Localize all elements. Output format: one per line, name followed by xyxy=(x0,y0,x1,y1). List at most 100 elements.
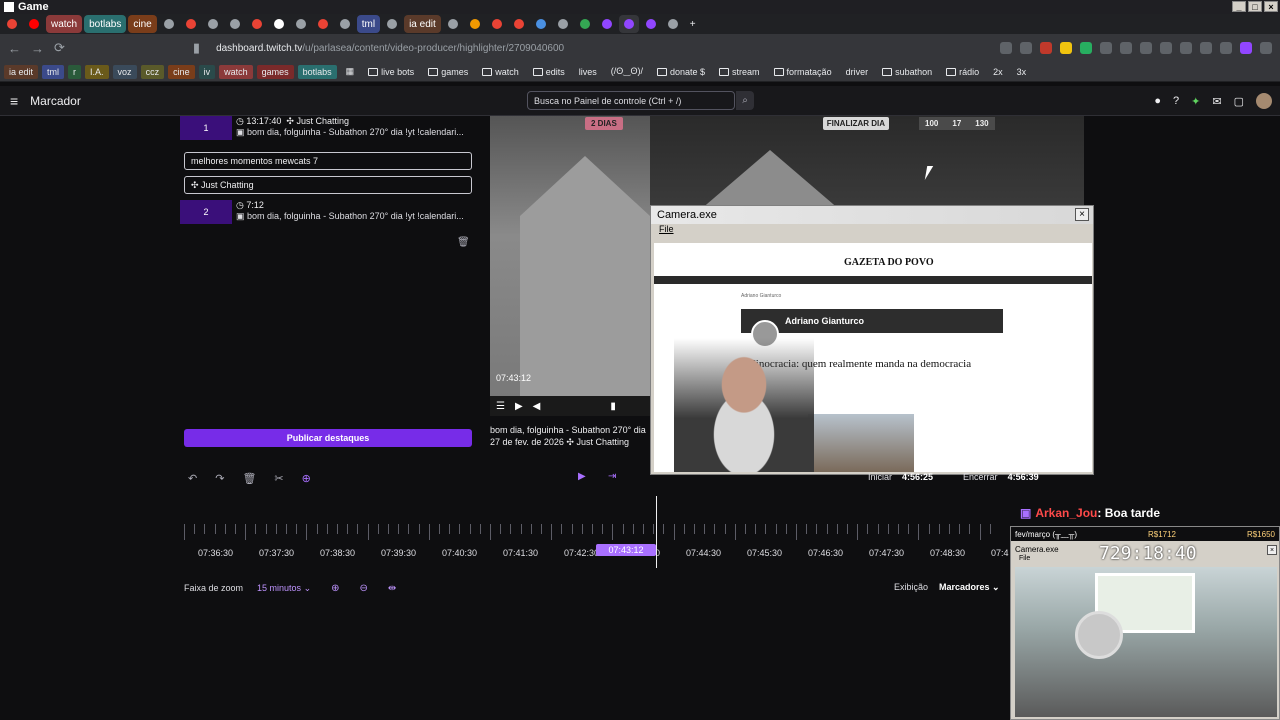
playlist-icon[interactable]: ☰ xyxy=(496,401,505,412)
tab[interactable] xyxy=(597,15,617,33)
menu-icon[interactable] xyxy=(1260,42,1272,54)
reload-icon[interactable]: ⟳ xyxy=(54,40,65,56)
bookmark-folder[interactable]: subathon xyxy=(877,65,937,79)
volume-icon[interactable]: ◀ xyxy=(533,401,541,412)
extension-icon[interactable] xyxy=(1120,42,1132,54)
list-item[interactable]: 1 ◷ 13:17:40 ✣ Just Chatting ▣ bom dia, … xyxy=(180,116,476,140)
display-select[interactable]: Marcadores ⌄ xyxy=(939,582,1000,593)
tab[interactable] xyxy=(203,15,223,33)
bookmark[interactable]: tml xyxy=(42,64,65,79)
redo-icon[interactable]: ↷ xyxy=(215,472,224,485)
bookmark-folder[interactable]: stream xyxy=(714,65,765,79)
tab[interactable] xyxy=(247,15,267,33)
bookmark[interactable]: ccz xyxy=(140,64,165,79)
tab[interactable] xyxy=(291,15,311,33)
video-player[interactable] xyxy=(490,116,650,416)
tab-watch[interactable]: watch xyxy=(46,15,83,33)
tab[interactable] xyxy=(575,15,595,33)
maximize-icon[interactable]: □ xyxy=(1248,1,1262,12)
extension-icon[interactable] xyxy=(1060,42,1072,54)
file-menu[interactable]: File xyxy=(651,224,1093,238)
profile-icon[interactable] xyxy=(1240,42,1252,54)
camera-title-bar[interactable]: Camera.exe xyxy=(651,206,1093,224)
extension-icon[interactable] xyxy=(1220,42,1232,54)
bookmark-folder[interactable]: rádio xyxy=(941,65,984,79)
tab[interactable] xyxy=(313,15,333,33)
tab[interactable] xyxy=(225,15,245,33)
shield-icon[interactable] xyxy=(1040,42,1052,54)
zoom-select[interactable]: 15 minutos ⌄ xyxy=(257,583,311,594)
apps-icon[interactable]: ▦ xyxy=(341,65,360,79)
extension-icon[interactable] xyxy=(1200,42,1212,54)
inbox-icon[interactable]: ✉ xyxy=(1212,95,1221,108)
avatar[interactable] xyxy=(1256,93,1272,109)
hamburger-icon[interactable]: ≡ xyxy=(10,93,18,109)
bookmark-icon[interactable]: ▮ xyxy=(193,40,200,56)
tab[interactable] xyxy=(531,15,551,33)
tab-ia-edit[interactable]: ia edit xyxy=(404,15,441,33)
bookmark[interactable]: watch xyxy=(219,64,253,79)
tab-botlabs[interactable]: botlabs xyxy=(84,15,127,33)
bookmark-folder[interactable]: live bots xyxy=(363,65,419,79)
search-input[interactable]: Busca no Painel de controle (Ctrl + /) xyxy=(527,91,735,110)
bookmark[interactable]: iv xyxy=(198,64,216,79)
undo-icon[interactable]: ↶ xyxy=(188,472,197,485)
minimize-icon[interactable]: _ xyxy=(1232,1,1246,12)
search-icon[interactable]: ⌕ xyxy=(736,91,754,110)
forward-icon[interactable]: → xyxy=(31,41,44,56)
playhead[interactable] xyxy=(656,496,657,568)
url-field[interactable]: dashboard.twitch.tv/u/parlasea/content/v… xyxy=(210,38,810,58)
tab[interactable] xyxy=(181,15,201,33)
bookmark[interactable]: r xyxy=(68,64,82,79)
tab[interactable] xyxy=(335,15,355,33)
category-field[interactable]: ✣ Just Chatting xyxy=(184,176,472,194)
tab[interactable] xyxy=(663,15,683,33)
zoom-in-icon[interactable]: ⊕ xyxy=(331,583,339,594)
close-icon[interactable]: × xyxy=(1075,208,1089,221)
extension-icon[interactable] xyxy=(1100,42,1112,54)
bookmark-folder[interactable]: formatação xyxy=(769,65,837,79)
tab-tml[interactable]: tml xyxy=(356,15,381,33)
bookmark[interactable]: driver xyxy=(841,65,874,79)
tab[interactable] xyxy=(382,15,402,33)
tab-active[interactable] xyxy=(618,15,639,33)
bookmark-folder[interactable]: watch xyxy=(477,65,524,79)
close-icon[interactable]: × xyxy=(1264,1,1278,12)
extension-icon[interactable] xyxy=(1140,42,1152,54)
list-item[interactable]: 2 ◷ 7:12 ▣ bom dia, folguinha - Subathon… xyxy=(180,200,476,224)
bookmark-folder[interactable]: games xyxy=(423,65,473,79)
bookmark-folder[interactable]: edits xyxy=(528,65,570,79)
back-icon[interactable]: ← xyxy=(8,41,21,56)
title-field[interactable]: melhores momentos mewcats 7 xyxy=(184,152,472,170)
tab-cine[interactable]: cine xyxy=(128,15,157,33)
timeline-ruler[interactable]: 07:36:30 07:37:30 07:38:30 07:39:30 07:40:30… xyxy=(180,520,1010,580)
marker-label[interactable]: 07:43:12 xyxy=(596,544,656,556)
tab[interactable] xyxy=(509,15,529,33)
bookmark[interactable]: lives xyxy=(574,65,602,79)
bookmark[interactable]: botlabs xyxy=(297,64,337,79)
tab[interactable] xyxy=(269,15,289,33)
new-tab-button[interactable]: + xyxy=(685,15,701,33)
notifications-icon[interactable]: ● xyxy=(1154,95,1161,107)
scissors-icon[interactable]: ✂ xyxy=(274,472,283,485)
bookmark[interactable]: I.A. xyxy=(85,64,109,79)
bookmark[interactable]: 3x xyxy=(1012,65,1032,79)
skip-icon[interactable]: ⇥ xyxy=(608,471,616,482)
wand-icon[interactable]: ✦ xyxy=(1191,95,1200,108)
tab[interactable] xyxy=(443,15,463,33)
share-icon[interactable] xyxy=(1020,42,1032,54)
window-icon[interactable]: ▢ xyxy=(1234,95,1244,108)
bookmark[interactable]: voz xyxy=(112,64,137,79)
camera-window[interactable]: Camera.exe × File GAZETA DO POVO Adriano… xyxy=(650,205,1094,475)
tab[interactable] xyxy=(487,15,507,33)
extension-icon[interactable] xyxy=(1180,42,1192,54)
extension-icon[interactable] xyxy=(1160,42,1172,54)
extension-icon[interactable] xyxy=(1080,42,1092,54)
fit-icon[interactable]: ⇹ xyxy=(388,583,396,594)
tab[interactable] xyxy=(465,15,485,33)
add-icon[interactable]: ⊕ xyxy=(302,472,311,485)
tab[interactable] xyxy=(24,15,44,33)
tab[interactable] xyxy=(2,15,22,33)
bookmark[interactable]: cine xyxy=(168,64,195,79)
bookmark[interactable]: 2x xyxy=(988,65,1008,79)
